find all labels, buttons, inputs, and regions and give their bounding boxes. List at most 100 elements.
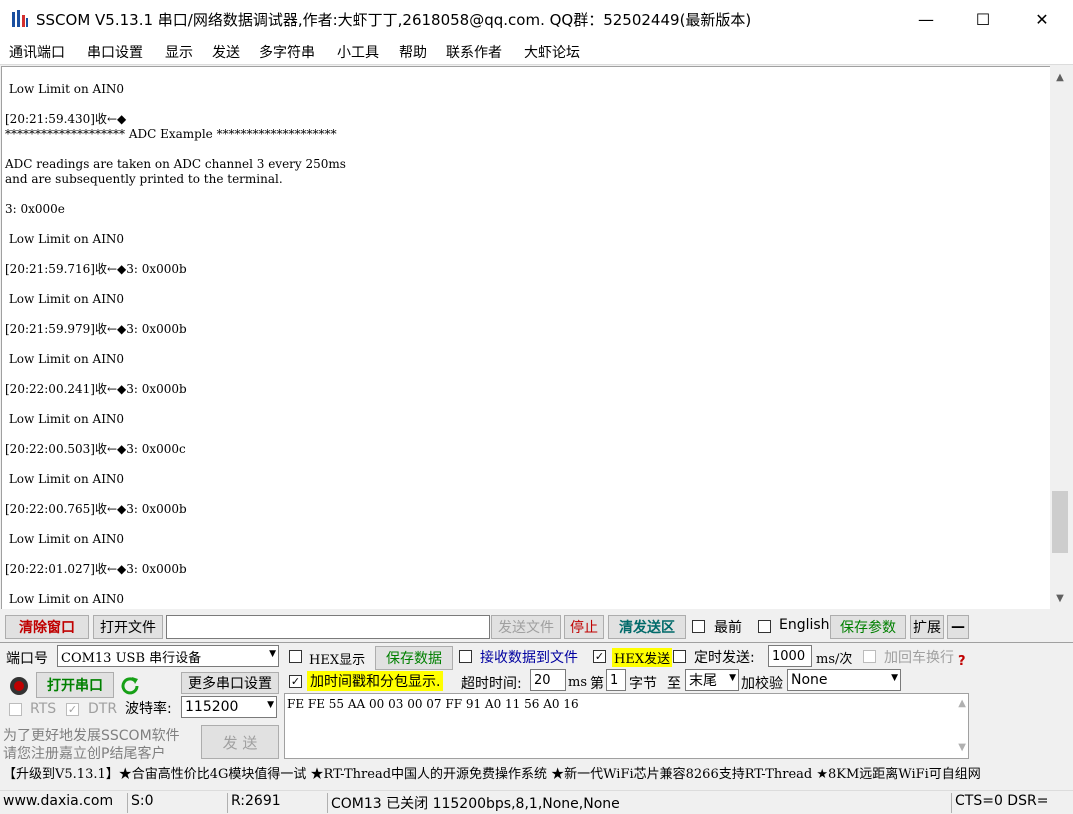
terminal-line: and are subsequently printed to the term… [5,172,283,186]
scroll-thumb[interactable] [1052,491,1068,553]
port-select-value: COM13 USB 串行设备 [61,650,202,666]
to-label: 至 [667,676,681,692]
terminal-line: Low Limit on AIN0 [5,292,125,306]
timestamp-checkbox[interactable]: ✓ [289,675,302,688]
menu-multi-string[interactable]: 多字符串 [259,42,315,62]
panel-divider [0,642,1073,643]
dtr-checkbox[interactable]: ✓ [66,703,79,716]
terminal-scrollbar[interactable]: ▲ ▼ [1050,66,1070,609]
file-path-input[interactable] [166,615,490,639]
rts-checkbox[interactable] [9,703,22,716]
terminal-line: ******************** ADC Example *******… [5,127,337,141]
title-bar: SSCOM V5.13.1 串口/网络数据调试器,作者:大虾丁丁,2618058… [0,0,1073,38]
terminal-line: 3: 0x000e [5,202,65,216]
topmost-checkbox[interactable] [692,620,705,633]
menu-send[interactable]: 发送 [212,42,240,62]
end-select[interactable]: 末尾 ▼ [685,669,739,691]
english-checkbox[interactable] [758,620,771,633]
terminal-lines: Low Limit on AIN0 [20:21:59.430]收←◆ *****… [5,82,346,607]
topmost-label: 最前 [714,620,742,636]
interval-input[interactable]: 1000 [768,645,812,667]
terminal-line: [20:21:59.716]收←◆3: 0x000b [5,262,187,276]
nth-input[interactable]: 1 [606,669,626,691]
open-file-button[interactable]: 打开文件 [93,615,163,639]
expand-button[interactable]: 扩展 [910,615,944,639]
save-params-button[interactable]: 保存参数 [830,615,906,639]
rts-label: RTS [30,701,57,717]
terminal-line: Low Limit on AIN0 [5,412,125,426]
collapse-button[interactable]: — [947,615,969,639]
hex-display-label: HEX显示 [309,653,366,668]
clear-window-button[interactable]: 清除窗口 [5,615,89,639]
port-label: 端口号 [6,651,48,667]
end-select-value: 末尾 [689,673,717,689]
chevron-down-icon: ▼ [267,700,274,710]
app-logo-icon [12,10,28,27]
recv-to-file-checkbox[interactable] [459,650,472,663]
scroll-up-icon[interactable]: ▲ [1050,66,1070,88]
menu-serial-settings[interactable]: 串口设置 [87,42,143,62]
chevron-down-icon: ▼ [891,673,898,683]
scroll-down-icon[interactable]: ▼ [958,742,966,753]
terminal-line: Low Limit on AIN0 [5,232,125,246]
menu-tools[interactable]: 小工具 [337,42,379,62]
send-button[interactable]: 发 送 [201,725,279,759]
send-data-textarea[interactable]: FE FE 55 AA 00 03 00 07 FF 91 A0 11 56 A… [284,693,969,759]
chevron-down-icon: ▼ [729,673,736,683]
status-website[interactable]: www.daxia.com [0,793,113,813]
hex-send-checkbox[interactable]: ✓ [593,650,606,663]
refresh-icon[interactable] [120,675,140,695]
timeout-label: 超时时间: [461,676,522,692]
port-select[interactable]: COM13 USB 串行设备 ▼ [57,645,279,667]
menu-bar: 通讯端口 串口设置 显示 发送 多字符串 小工具 帮助 联系作者 大虾论坛 [0,38,1073,65]
hex-display-checkbox[interactable] [289,650,302,663]
status-port-state: COM13 已关闭 115200bps,8,1,None,None [327,793,620,813]
checksum-select[interactable]: None ▼ [787,669,901,691]
maximize-button[interactable]: ☐ [955,0,1011,38]
timeout-input[interactable]: 20 [530,669,566,691]
close-button[interactable]: ✕ [1014,0,1070,38]
checksum-select-value: None [791,672,828,688]
terminal-line: [20:22:00.765]收←◆3: 0x000b [5,502,187,516]
menu-contact-author[interactable]: 联系作者 [446,42,502,62]
promo-line-1[interactable]: 为了更好地发展SSCOM软件 [3,725,180,745]
help-question-icon[interactable]: ? [958,654,966,669]
append-newline-checkbox[interactable] [863,650,876,663]
news-ticker[interactable]: 【升级到V5.13.1】★合宙高性价比4G模块值得一试 ★RT-Thread中国… [0,764,1073,786]
save-data-button[interactable]: 保存数据 [375,646,453,670]
menu-forum[interactable]: 大虾论坛 [524,42,580,62]
timed-send-checkbox[interactable] [673,650,686,663]
timed-send-label: 定时发送: [694,650,755,666]
clear-send-button[interactable]: 清发送区 [608,615,686,639]
menu-display[interactable]: 显示 [165,42,193,62]
baud-select[interactable]: 115200 ▼ [181,696,277,718]
stop-button[interactable]: 停止 [564,615,604,639]
status-received-count: R:2691 [227,793,281,813]
window-title: SSCOM V5.13.1 串口/网络数据调试器,作者:大虾丁丁,2618058… [36,11,752,29]
send-data-text: FE FE 55 AA 00 03 00 07 FF 91 A0 11 56 A… [287,697,579,711]
minimize-button[interactable]: — [898,0,954,38]
promo-line-2[interactable]: 请您注册嘉立创P结尾客户 [3,743,165,763]
terminal-line: [20:22:01.027]收←◆3: 0x000b [5,562,187,576]
send-file-button[interactable]: 发送文件 [491,615,561,639]
scroll-down-icon[interactable]: ▼ [1050,587,1070,609]
receive-terminal[interactable]: Low Limit on AIN0 [20:21:59.430]收←◆ *****… [1,66,1050,609]
menu-comm-port[interactable]: 通讯端口 [9,42,65,62]
more-settings-button[interactable]: 更多串口设置 [181,672,279,694]
recv-to-file-label: 接收数据到文件 [480,650,578,666]
scroll-up-icon[interactable]: ▲ [958,698,966,709]
terminal-line: Low Limit on AIN0 [5,472,125,486]
status-bar: www.daxia.com S:0 R:2691 COM13 已关闭 11520… [0,790,1073,814]
open-port-button[interactable]: 打开串口 [36,672,114,698]
menu-help[interactable]: 帮助 [399,42,427,62]
